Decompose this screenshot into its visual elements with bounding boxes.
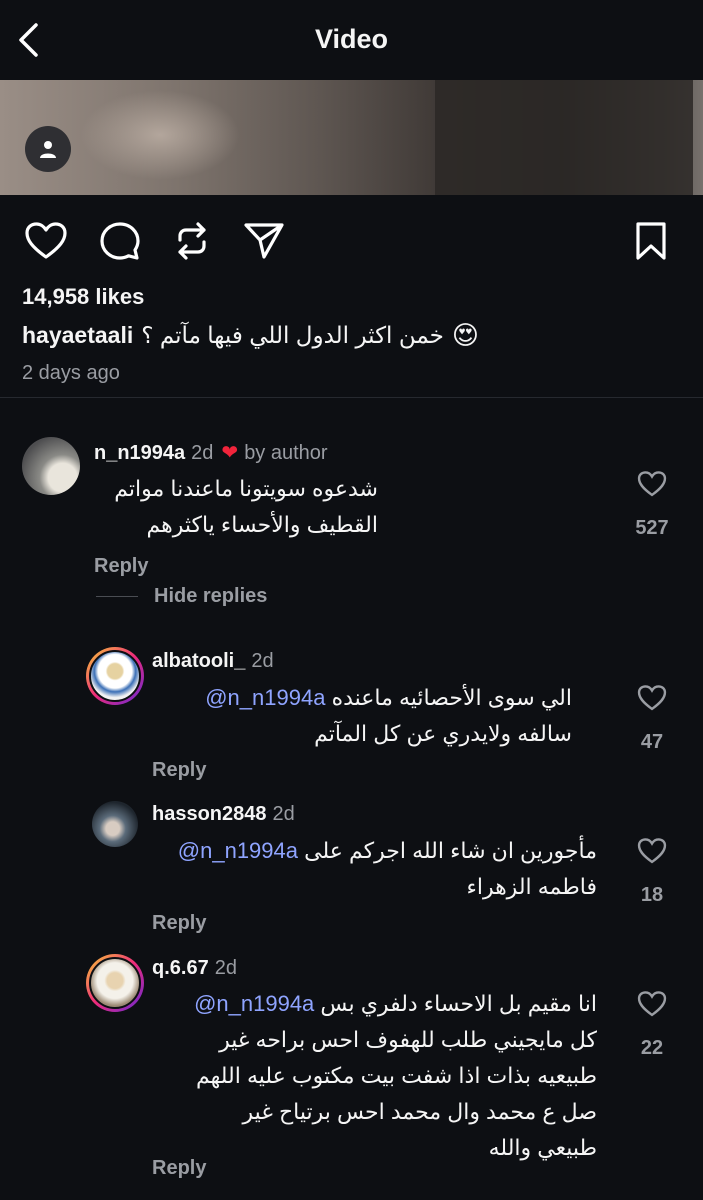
reply-time: 2d [251, 650, 274, 672]
hide-replies-line [96, 596, 138, 597]
comment-username[interactable]: n_n1994a 2d ❤ by author [94, 440, 328, 465]
reply-text: مأجورين ان شاء الله اجركم على @n_n1994a … [152, 833, 597, 905]
like-count: 47 [640, 731, 664, 753]
reply-username-text[interactable]: hasson2848 [152, 803, 267, 825]
reply-line-text: الي سوى الأحصائيه ماعنده [331, 685, 572, 710]
avatar[interactable] [22, 437, 80, 495]
like-count: 22 [640, 1037, 664, 1059]
top-bar: Video [0, 0, 703, 81]
comment-text: شدعوه سويتونا ماعندنا مواتم القطيف والأح… [88, 471, 378, 543]
reply-button[interactable]: Reply [94, 555, 148, 578]
reply-text: انا مقيم بل الاحساء دلفري بس @n_n1994a ك… [152, 986, 597, 1166]
hide-replies-button[interactable]: Hide replies [154, 585, 267, 608]
reply-like[interactable]: 22 [627, 990, 677, 1060]
heart-outline-icon[interactable] [637, 837, 667, 865]
share-button[interactable] [240, 214, 288, 268]
avatar[interactable] [92, 801, 138, 847]
reply-button[interactable]: Reply [152, 1157, 206, 1180]
reply-text: الي سوى الأحصائيه ماعنده @n_n1994a سالفه… [152, 680, 572, 752]
reply-line: كل مايجيني طلب للهفوف احس براحه غير [219, 1027, 597, 1052]
avatar[interactable] [86, 954, 144, 1012]
post-actions [0, 214, 703, 268]
comment-button[interactable] [96, 214, 144, 268]
caption-username[interactable]: hayaetaali [22, 322, 133, 349]
heart-outline-icon[interactable] [637, 990, 667, 1018]
reply-line: طبيعيه بذات اذا شفت بيت مكتوب عليه اللهم [195, 1063, 597, 1088]
reply-like[interactable]: 18 [627, 837, 677, 907]
reply-line: صل ع محمد وال محمد احس برتياح غير [242, 1099, 597, 1124]
like-count: 527 [635, 517, 669, 539]
repost-button[interactable] [168, 214, 216, 268]
avatar[interactable] [86, 647, 144, 705]
reply-like[interactable]: 47 [627, 684, 677, 754]
likes-count[interactable]: 14,958 likes [22, 284, 144, 310]
reply-username[interactable]: albatooli_ 2d [152, 650, 274, 673]
mention-link[interactable]: @n_n1994a [205, 685, 325, 710]
heart-outline-icon[interactable] [637, 684, 667, 712]
reply-line-text: انا مقيم بل الاحساء دلفري بس [320, 991, 597, 1016]
like-count: 18 [640, 884, 664, 906]
reply-button[interactable]: Reply [152, 912, 206, 935]
repost-icon [178, 222, 206, 260]
comment-line: القطيف والأحساء ياكثرهم [146, 512, 378, 537]
reply-line: سالفه ولايدري عن كل المآتم [314, 721, 572, 746]
bookmark-icon [636, 222, 666, 260]
reply-username[interactable]: hasson2848 2d [152, 803, 295, 826]
reply-line: طبيعي والله [488, 1135, 597, 1160]
heart-outline-icon[interactable] [637, 470, 667, 498]
save-button[interactable] [627, 214, 675, 268]
reply-time: 2d [272, 803, 295, 825]
caption-text: خمن اكثر الدول اللي فيها مآتم ؟ [141, 322, 444, 348]
comment-bubble-icon [100, 222, 140, 260]
reply-username[interactable]: q.6.67 2d [152, 957, 237, 980]
heart-filled-icon: ❤ [221, 442, 239, 464]
heart-outline-icon [25, 222, 67, 259]
comment-username-text[interactable]: n_n1994a [94, 442, 185, 464]
page-title: Video [314, 24, 389, 54]
comment-time: 2d [191, 442, 214, 464]
divider [0, 397, 703, 398]
comment-line: شدعوه سويتونا ماعندنا مواتم [114, 476, 378, 501]
tagged-users-button[interactable] [25, 126, 71, 172]
like-button[interactable] [22, 214, 70, 268]
mention-link[interactable]: @n_n1994a [194, 991, 314, 1016]
reply-line: مأجورين ان شاء الله اجركم على @n_n1994a [152, 833, 597, 869]
reply-line-text: مأجورين ان شاء الله اجركم على [304, 838, 597, 863]
video-frame-blur [80, 90, 240, 180]
reply-username-text[interactable]: albatooli_ [152, 650, 245, 672]
post-caption: hayaetaali خمن اكثر الدول اللي فيها مآتم… [22, 320, 479, 351]
reply-line: فاطمه الزهراء [466, 874, 597, 899]
reply-time: 2d [214, 957, 237, 979]
reply-line: انا مقيم بل الاحساء دلفري بس @n_n1994a [152, 986, 597, 1022]
person-icon [40, 141, 56, 158]
reply-button[interactable]: Reply [152, 759, 206, 782]
post-time: 2 days ago [22, 362, 120, 384]
mention-link[interactable]: @n_n1994a [178, 838, 298, 863]
caption-emoji: 😍 [451, 320, 479, 350]
send-icon [244, 223, 284, 259]
video-frame-dark [435, 80, 693, 195]
comment-like[interactable]: 527 [627, 470, 677, 540]
reply-line: الي سوى الأحصائيه ماعنده @n_n1994a [152, 680, 572, 716]
video-preview[interactable] [0, 80, 703, 195]
reply-username-text[interactable]: q.6.67 [152, 957, 209, 979]
liked-by-author-label: by author [244, 442, 328, 464]
